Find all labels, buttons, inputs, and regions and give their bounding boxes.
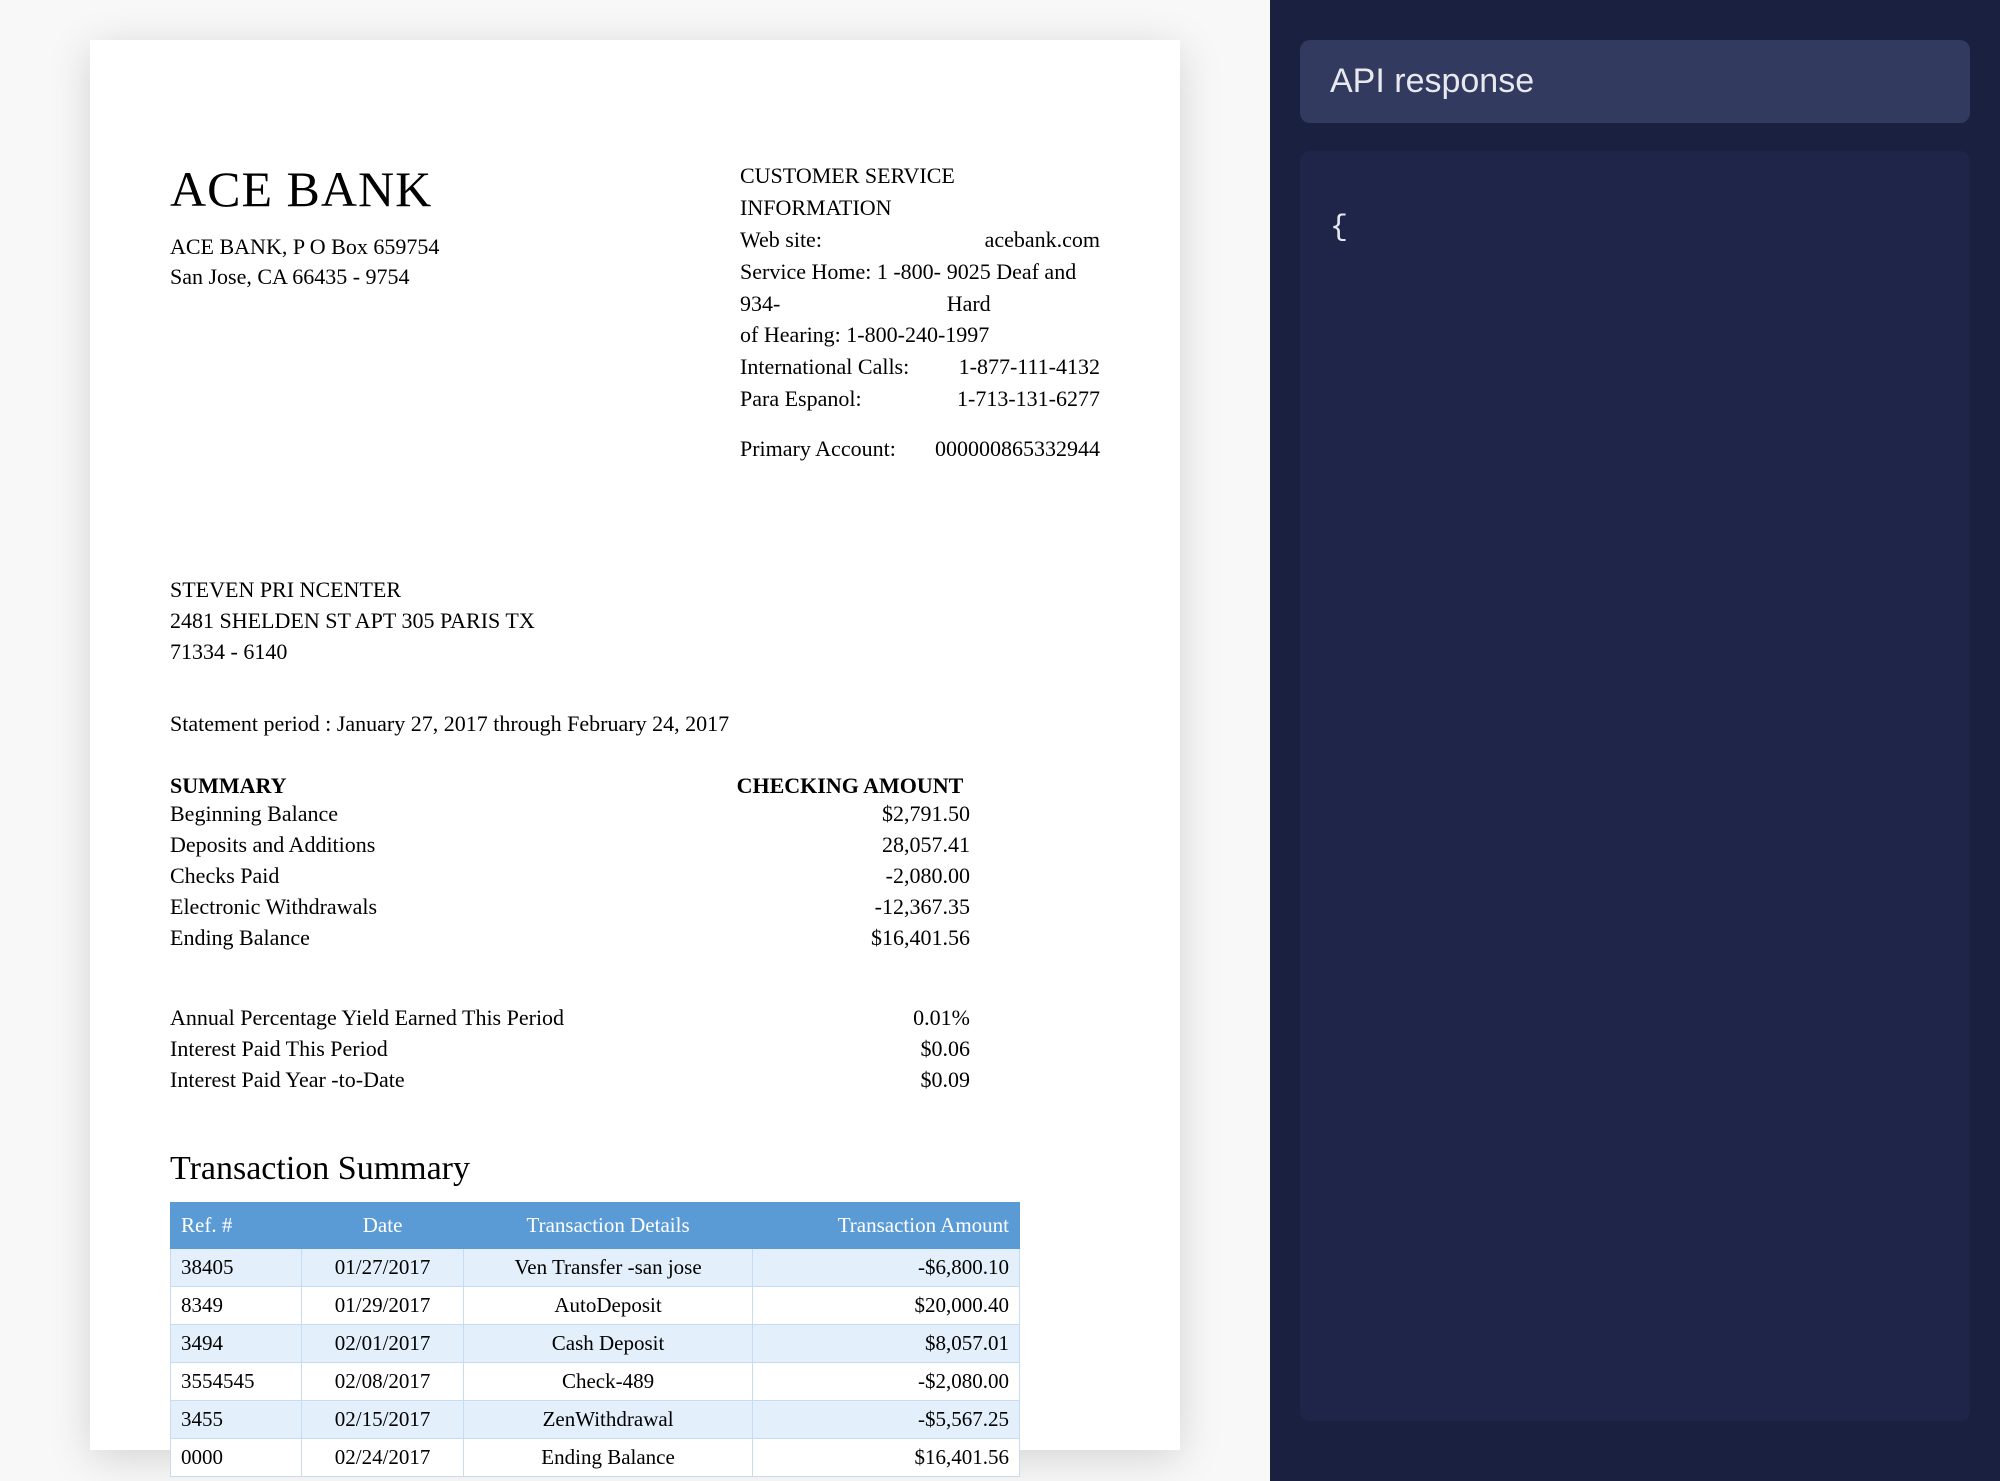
cell-date: 01/29/2017 xyxy=(302,1286,464,1324)
summary-label: Ending Balance xyxy=(170,923,730,954)
web-site-label: Web site: xyxy=(740,224,822,256)
col-header-date: Date xyxy=(302,1202,464,1248)
summary-label: Deposits and Additions xyxy=(170,830,730,861)
espanol-value: 1-713-131-6277 xyxy=(957,383,1100,415)
summary-value: $0.09 xyxy=(730,1065,970,1096)
cell-ref: 3494 xyxy=(171,1324,302,1362)
cell-date: 01/27/2017 xyxy=(302,1248,464,1286)
cell-ref: 0000 xyxy=(171,1438,302,1476)
cell-details: AutoDeposit xyxy=(464,1286,753,1324)
cell-details: Ven Transfer -san jose xyxy=(464,1248,753,1286)
primary-account-label: Primary Account: xyxy=(740,433,896,465)
bank-statement-document: ACE BANK ACE BANK, P O Box 659754 San Jo… xyxy=(90,40,1180,1450)
cell-date: 02/08/2017 xyxy=(302,1362,464,1400)
table-row: 349402/01/2017Cash Deposit$8,057.01 xyxy=(171,1324,1020,1362)
bank-name: ACE BANK xyxy=(170,160,439,218)
cell-amount: $20,000.40 xyxy=(753,1286,1020,1324)
statement-period: Statement period : January 27, 2017 thro… xyxy=(170,711,1100,737)
col-header-amount: Transaction Amount xyxy=(753,1202,1020,1248)
summary-label: Electronic Withdrawals xyxy=(170,892,730,923)
bank-identity-block: ACE BANK ACE BANK, P O Box 659754 San Jo… xyxy=(170,160,439,291)
cell-details: Cash Deposit xyxy=(464,1324,753,1362)
cell-date: 02/01/2017 xyxy=(302,1324,464,1362)
cell-details: Check-489 xyxy=(464,1362,753,1400)
col-header-ref: Ref. # xyxy=(171,1202,302,1248)
hearing-line: of Hearing: 1-800-240-1997 xyxy=(740,319,1100,351)
summary-value: $0.06 xyxy=(730,1034,970,1065)
document-header: ACE BANK ACE BANK, P O Box 659754 San Jo… xyxy=(170,160,1100,465)
cell-details: Ending Balance xyxy=(464,1438,753,1476)
api-response-header: API response xyxy=(1300,40,1970,123)
api-response-text: { xyxy=(1330,211,1348,245)
cell-amount: -$5,567.25 xyxy=(753,1400,1020,1438)
col-header-details: Transaction Details xyxy=(464,1202,753,1248)
summary-row: Electronic Withdrawals-12,367.35 xyxy=(170,892,1100,923)
transaction-table-header-row: Ref. # Date Transaction Details Transact… xyxy=(171,1202,1020,1248)
primary-account-value: 000000865332944 xyxy=(935,433,1100,465)
summary-header-left: SUMMARY xyxy=(170,773,730,799)
service-home-label: Service Home: 1 -800-934- xyxy=(740,256,947,320)
api-response-panel: API response { xyxy=(1270,0,2000,1481)
customer-service-block: CUSTOMER SERVICE INFORMATION Web site: a… xyxy=(740,160,1100,465)
service-home-value: 9025 Deaf and Hard xyxy=(947,256,1100,320)
cell-ref: 3455 xyxy=(171,1400,302,1438)
recipient-address-line-2: 71334 - 6140 xyxy=(170,637,1100,668)
summary-row: Checks Paid-2,080.00 xyxy=(170,861,1100,892)
intl-calls-label: International Calls: xyxy=(740,351,909,383)
summary-label: Annual Percentage Yield Earned This Peri… xyxy=(170,1003,730,1034)
web-site-value: acebank.com xyxy=(985,224,1100,256)
cell-ref: 38405 xyxy=(171,1248,302,1286)
summary-block: SUMMARY CHECKING AMOUNT Beginning Balanc… xyxy=(170,773,1100,1095)
cell-ref: 8349 xyxy=(171,1286,302,1324)
summary-row: Annual Percentage Yield Earned This Peri… xyxy=(170,1003,1100,1034)
table-row: 345502/15/2017ZenWithdrawal-$5,567.25 xyxy=(171,1400,1020,1438)
table-row: 3840501/27/2017Ven Transfer -san jose-$6… xyxy=(171,1248,1020,1286)
summary-row: Ending Balance$16,401.56 xyxy=(170,923,1100,954)
bank-address-line-2: San Jose, CA 66435 - 9754 xyxy=(170,262,439,292)
summary-row: Beginning Balance$2,791.50 xyxy=(170,799,1100,830)
transaction-table: Ref. # Date Transaction Details Transact… xyxy=(170,1202,1020,1477)
summary-label: Beginning Balance xyxy=(170,799,730,830)
summary-row: Interest Paid This Period$0.06 xyxy=(170,1034,1100,1065)
cell-details: ZenWithdrawal xyxy=(464,1400,753,1438)
cell-date: 02/15/2017 xyxy=(302,1400,464,1438)
api-response-body: { xyxy=(1300,151,1970,1421)
summary-value: 28,057.41 xyxy=(730,830,970,861)
summary-value: $16,401.56 xyxy=(730,923,970,954)
summary-header-right: CHECKING AMOUNT xyxy=(730,773,970,799)
summary-label: Checks Paid xyxy=(170,861,730,892)
bank-address-line-1: ACE BANK, P O Box 659754 xyxy=(170,232,439,262)
summary-value: -2,080.00 xyxy=(730,861,970,892)
recipient-name: STEVEN PRI NCENTER xyxy=(170,575,1100,606)
summary-row: Interest Paid Year -to-Date$0.09 xyxy=(170,1065,1100,1096)
document-preview-panel: ACE BANK ACE BANK, P O Box 659754 San Jo… xyxy=(0,0,1270,1481)
transaction-summary-title: Transaction Summary xyxy=(170,1150,1100,1188)
cell-ref: 3554545 xyxy=(171,1362,302,1400)
summary-value: $2,791.50 xyxy=(730,799,970,830)
summary-label: Interest Paid This Period xyxy=(170,1034,730,1065)
cell-amount: $8,057.01 xyxy=(753,1324,1020,1362)
recipient-block: STEVEN PRI NCENTER 2481 SHELDEN ST APT 3… xyxy=(170,575,1100,667)
espanol-label: Para Espanol: xyxy=(740,383,862,415)
cell-date: 02/24/2017 xyxy=(302,1438,464,1476)
table-row: 355454502/08/2017Check-489-$2,080.00 xyxy=(171,1362,1020,1400)
intl-calls-value: 1-877-111-4132 xyxy=(959,351,1100,383)
summary-value: 0.01% xyxy=(730,1003,970,1034)
cell-amount: -$2,080.00 xyxy=(753,1362,1020,1400)
cell-amount: $16,401.56 xyxy=(753,1438,1020,1476)
summary-value: -12,367.35 xyxy=(730,892,970,923)
cell-amount: -$6,800.10 xyxy=(753,1248,1020,1286)
table-row: 834901/29/2017AutoDeposit$20,000.40 xyxy=(171,1286,1020,1324)
summary-label: Interest Paid Year -to-Date xyxy=(170,1065,730,1096)
customer-service-title: CUSTOMER SERVICE INFORMATION xyxy=(740,160,1100,224)
recipient-address-line-1: 2481 SHELDEN ST APT 305 PARIS TX xyxy=(170,606,1100,637)
summary-row: Deposits and Additions28,057.41 xyxy=(170,830,1100,861)
table-row: 000002/24/2017Ending Balance$16,401.56 xyxy=(171,1438,1020,1476)
